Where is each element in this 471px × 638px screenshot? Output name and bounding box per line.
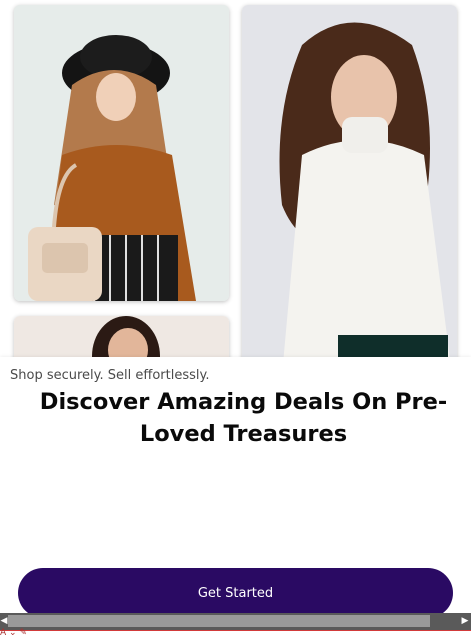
onboarding-screen: Shop securely. Sell effortlessly. Discov… [0,0,471,638]
get-started-button[interactable]: Get Started [18,568,453,618]
tagline: Shop securely. Sell effortlessly. [10,368,210,383]
portrait-woman-image [14,316,229,358]
headline: Discover Amazing Deals On Pre-Loved Trea… [39,389,448,447]
photo-card-hijab-woman[interactable] [14,5,229,301]
scroll-thumb[interactable] [8,615,430,627]
photo-card-portrait-woman[interactable] [14,316,229,358]
bottom-strip-label: A ⌄ ✎ [0,628,27,638]
hijab-woman-image [14,5,229,301]
scroll-right-icon[interactable]: ▶ [461,613,469,630]
photo-gallery [0,0,471,358]
horizontal-scrollbar[interactable]: ◀ ▶ [0,613,471,630]
onboarding-panel: Shop securely. Sell effortlessly. Discov… [0,357,471,638]
bottom-strip: A ⌄ ✎ [0,628,471,638]
photo-card-turtleneck-woman[interactable] [242,5,457,358]
turtleneck-woman-image [242,5,457,358]
